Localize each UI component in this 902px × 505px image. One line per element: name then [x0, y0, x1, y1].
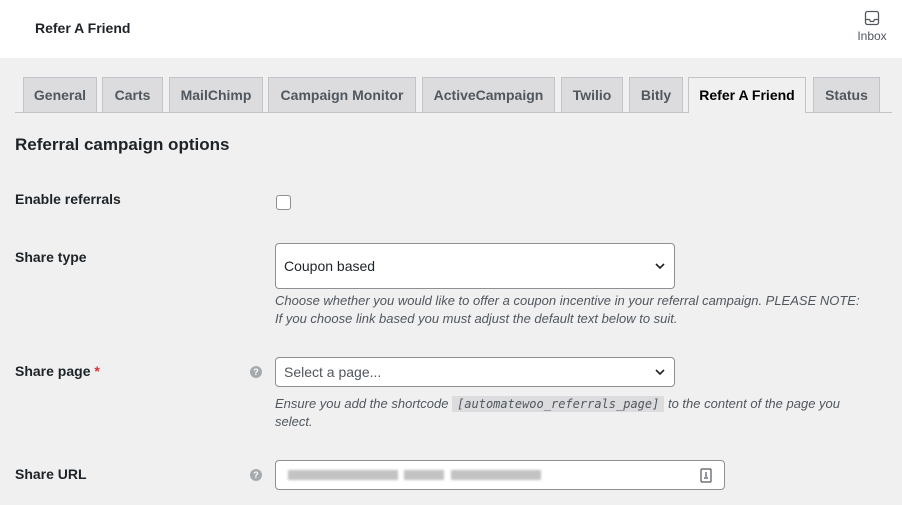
redacted-text [288, 470, 398, 480]
share-type-value: Coupon based [284, 258, 376, 274]
share-page-description: Ensure you add the shortcode [automatewo… [275, 395, 865, 431]
inbox-button[interactable]: Inbox [852, 10, 892, 43]
enable-referrals-label: Enable referrals [15, 191, 121, 207]
chevron-down-icon [655, 263, 665, 270]
share-type-label: Share type [15, 249, 87, 265]
required-marker: * [94, 363, 100, 379]
top-bar: Refer A Friend Inbox [0, 0, 902, 58]
share-type-select[interactable]: Coupon based [275, 243, 675, 289]
tab-status[interactable]: Status [813, 77, 880, 112]
share-type-description: Choose whether you would like to offer a… [275, 293, 860, 326]
tab-activecampaign[interactable]: ActiveCampaign [422, 77, 555, 112]
page-title: Refer A Friend [35, 20, 131, 36]
tab-mailchimp[interactable]: MailChimp [169, 77, 263, 112]
desc-text: Ensure you add the shortcode [275, 396, 453, 411]
inbox-icon [864, 10, 880, 26]
tab-refer-a-friend[interactable]: Refer A Friend [688, 77, 806, 113]
share-page-select[interactable]: Select a page... [275, 357, 675, 387]
inbox-label: Inbox [857, 29, 887, 43]
tab-general[interactable]: General [23, 77, 97, 112]
tab-twilio[interactable]: Twilio [561, 77, 623, 112]
chevron-down-icon [655, 369, 665, 376]
help-icon[interactable]: ? [250, 366, 262, 378]
section-title: Referral campaign options [15, 135, 230, 154]
tab-campaign-monitor[interactable]: Campaign Monitor [268, 77, 416, 112]
tab-carts[interactable]: Carts [102, 77, 163, 112]
tab-bitly[interactable]: Bitly [629, 77, 683, 112]
share-url-input[interactable] [275, 460, 725, 490]
shortcode: [automatewoo_referrals_page] [452, 396, 665, 412]
enable-referrals-checkbox[interactable] [276, 195, 291, 210]
redacted-text [451, 470, 541, 480]
help-icon[interactable]: ? [250, 469, 262, 481]
share-page-placeholder: Select a page... [284, 364, 382, 380]
share-page-label: Share page * [15, 363, 100, 379]
copy-icon[interactable] [700, 468, 712, 483]
settings-tabs: General Carts MailChimp Campaign Monitor… [15, 77, 892, 113]
share-page-label-text: Share page [15, 363, 91, 379]
share-url-label: Share URL [15, 466, 87, 482]
redacted-text [404, 470, 444, 480]
